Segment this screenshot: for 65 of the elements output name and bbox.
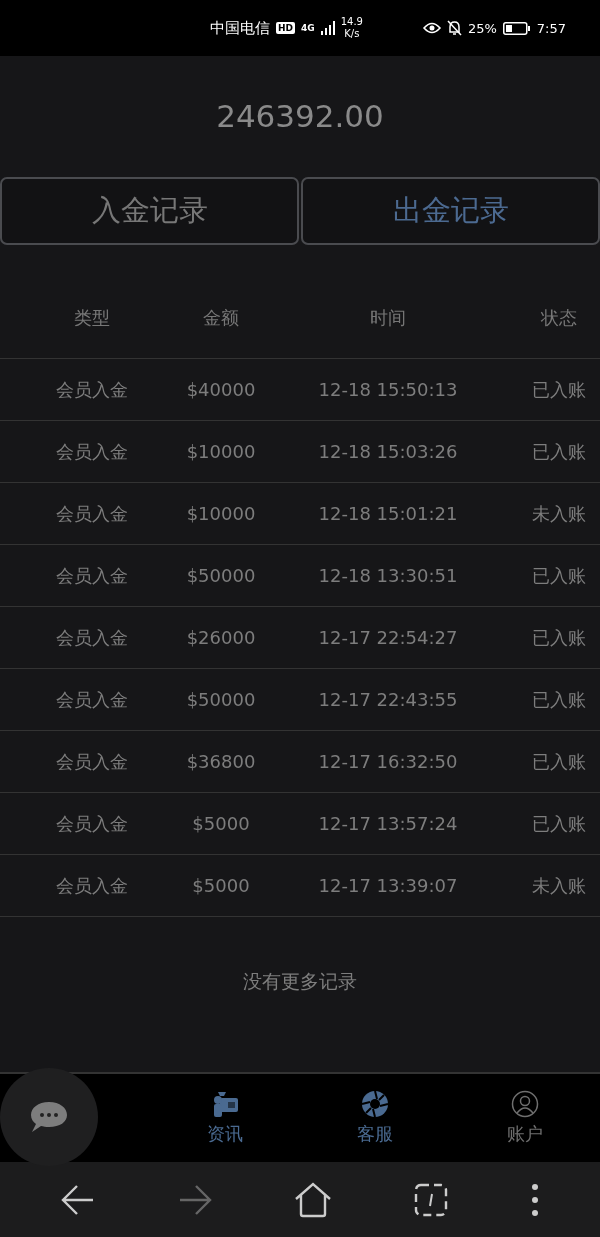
column-header: 金额 (202, 306, 240, 330)
tab[interactable]: 出金记录 (301, 177, 600, 245)
table-cell-text: 12-17 13:39:07 (317, 875, 459, 896)
table-cell-text: $50000 (185, 689, 257, 710)
table-cell-text: $5000 (191, 875, 251, 896)
table-cell-text: $10000 (185, 441, 257, 462)
table-cell-text: 已入账 (531, 811, 587, 836)
column-header: 时间 (369, 306, 407, 330)
table-cell-text: 会员入金 (55, 563, 129, 588)
table-cell-text: $50000 (185, 565, 257, 586)
table-cell-text: 12-17 16:32:50 (317, 751, 459, 772)
table-cell-text: $36800 (185, 751, 257, 772)
table-cell-text: $40000 (185, 379, 257, 400)
table-cell-text: 会员入金 (55, 501, 129, 526)
table-cell-text: 会员入金 (55, 811, 129, 836)
table-cell-text: 12-18 15:03:26 (317, 441, 459, 462)
table-cell-text: 12-18 15:50:13 (317, 379, 459, 400)
battery-percent: 25% (467, 20, 497, 36)
table-cell-text: $26000 (185, 627, 257, 648)
table-cell-text: 未入账 (531, 873, 587, 898)
eye-icon (422, 22, 441, 34)
table-cell-text: 已入账 (531, 439, 587, 464)
column-header: 类型 (73, 306, 111, 330)
table-cell-text: 12-18 13:30:51 (317, 565, 459, 586)
more-vertical-icon (530, 1182, 539, 1217)
table-cell-text: 会员入金 (55, 625, 129, 650)
table-cell-text: 12-18 15:01:21 (317, 503, 459, 524)
tab[interactable]: 入金记录 (0, 177, 299, 245)
home-icon (293, 1181, 332, 1218)
table-cell-text: 已入账 (531, 563, 587, 588)
table-cell-text: 未入账 (531, 501, 587, 526)
table-cell-text: 12-17 13:57:24 (317, 813, 459, 834)
speed-label: 14.9 K/s (340, 16, 363, 40)
table-cell-text: 会员入金 (55, 439, 129, 464)
nav-item[interactable]: 客服 (300, 1074, 450, 1162)
user-icon (511, 1090, 539, 1118)
table-cell-text: 已入账 (531, 687, 587, 712)
table-cell-text: 12-17 22:54:27 (317, 627, 459, 648)
signal-icon (320, 21, 335, 35)
carrier-label: 中国电信 (210, 18, 270, 38)
table-cell-text: 已入账 (531, 377, 587, 402)
clock: 7:57 (536, 20, 566, 36)
no-more-records-text: 没有更多记录 (242, 969, 358, 994)
chat-bubble-icon (30, 1100, 68, 1134)
table-cell-text: 会员入金 (55, 749, 129, 774)
tabs-icon (414, 1182, 449, 1217)
column-header: 状态 (540, 306, 578, 330)
back-arrow-icon (61, 1183, 96, 1216)
table-cell-text: 12-17 22:43:55 (317, 689, 459, 710)
table-cell-text: 已入账 (531, 625, 587, 650)
table-cell-text: 已入账 (531, 749, 587, 774)
battery-icon (502, 21, 531, 35)
forward-arrow-icon (177, 1183, 212, 1216)
nav-item[interactable]: 资讯 (150, 1074, 300, 1162)
table-cell-text: $5000 (191, 813, 251, 834)
bell-muted-icon (446, 20, 462, 36)
network-label: 4G (301, 23, 315, 33)
nav-item[interactable]: 账户 (450, 1074, 600, 1162)
table-cell-text: 会员入金 (55, 377, 129, 402)
hd-badge: HD (276, 22, 295, 34)
balance-amount: 246392.00 (215, 97, 385, 136)
table-cell-text: 会员入金 (55, 873, 129, 898)
aperture-icon (361, 1090, 389, 1118)
table-cell-text: $10000 (185, 503, 257, 524)
table-cell-text: 会员入金 (55, 687, 129, 712)
